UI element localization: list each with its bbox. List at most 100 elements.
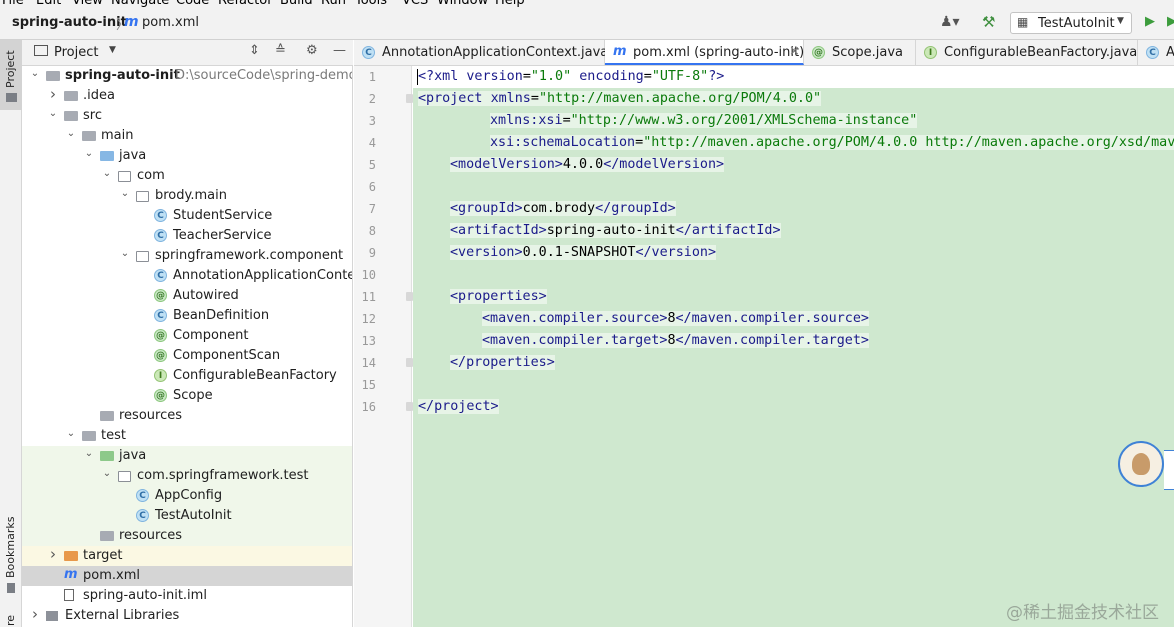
build-hammer-icon[interactable]: ⚒	[982, 13, 995, 31]
code-line-7: <groupId>com.brody</groupId>	[450, 201, 676, 216]
tab-pom-xml[interactable]: m pom.xml (spring-auto-init) ×	[605, 40, 804, 65]
chevron-right-icon[interactable]: ›	[30, 605, 40, 623]
tree-item[interactable]: ⌄ spring-auto-init D:\sourceCode\spring-de…	[22, 66, 352, 86]
fold-marker-icon[interactable]	[406, 292, 413, 301]
tree-item[interactable]: ⌄ java	[22, 146, 352, 166]
menu-build[interactable]: Build	[280, 0, 313, 8]
chevron-right-icon[interactable]: ›	[48, 545, 58, 563]
tree-item[interactable]: ⌄ test	[22, 426, 352, 446]
tab-overflow[interactable]: C A	[1138, 40, 1174, 65]
tree-item[interactable]: ⌄ src	[22, 106, 352, 126]
tree-item[interactable]: ⌄ main	[22, 126, 352, 146]
bookmark-icon	[7, 583, 15, 593]
breadcrumb-project[interactable]: spring-auto-init	[12, 15, 127, 30]
tree-item-label: spring-auto-init	[65, 68, 180, 83]
bookmarks-tool-button[interactable]: Bookmarks	[0, 510, 22, 600]
gear-icon[interactable]: ⚙	[306, 43, 318, 58]
tree-item-label: pom.xml	[83, 568, 140, 583]
chevron-down-icon[interactable]: ⌄	[84, 148, 94, 159]
tree-item[interactable]: spring-auto-init.iml	[22, 586, 352, 606]
tree-item[interactable]: C AppConfig	[22, 486, 352, 506]
tree-item[interactable]: › target	[22, 545, 352, 566]
menu-edit[interactable]: Edit	[36, 0, 61, 8]
menu-vcs[interactable]: VCS	[402, 0, 428, 8]
code-line-16: </project>	[418, 399, 499, 414]
chevron-down-icon[interactable]: ⌄	[48, 108, 58, 119]
icon-glyph	[64, 91, 78, 101]
tab-annotation-application-context[interactable]: C AnnotationApplicationContext.java	[354, 40, 609, 65]
tree-item-label: src	[83, 108, 102, 123]
chevron-down-icon[interactable]: ⌄	[66, 428, 76, 439]
tab-configurable-bean-factory[interactable]: I ConfigurableBeanFactory.java	[916, 40, 1138, 65]
tree-item[interactable]: C BeanDefinition	[22, 306, 352, 326]
tree-item[interactable]: I ConfigurableBeanFactory	[22, 366, 352, 386]
menu-navigate[interactable]: Navigate	[111, 0, 169, 8]
chevron-down-icon[interactable]: ▼	[109, 45, 116, 55]
tree-item[interactable]: C AnnotationApplicationContext	[22, 266, 352, 286]
icon-glyph	[136, 191, 149, 202]
tab-scope[interactable]: @ Scope.java	[804, 40, 916, 65]
tree-item[interactable]: ⌄ springframework.component	[22, 246, 352, 266]
file-icon	[64, 589, 78, 603]
tree-item[interactable]: C TeacherService	[22, 226, 352, 246]
chevron-right-icon[interactable]: ›	[48, 85, 58, 103]
chevron-down-icon[interactable]: ⌄	[84, 448, 94, 459]
annotation-icon: @	[154, 289, 168, 303]
chevron-down-icon[interactable]: ⌄	[120, 248, 130, 259]
class-icon: C	[154, 229, 168, 243]
run-configuration-select[interactable]: ▦ TestAutoInit ▼	[1010, 12, 1132, 34]
menu-code[interactable]: Code	[176, 0, 209, 8]
tab-label: AnnotationApplicationContext.java	[382, 45, 609, 60]
collapse-all-icon[interactable]: ≙	[275, 43, 286, 58]
menu-run[interactable]: Run	[321, 0, 346, 8]
fold-marker-icon[interactable]	[406, 402, 413, 411]
chevron-down-icon[interactable]: ⌄	[102, 168, 112, 179]
tree-item[interactable]: m pom.xml	[22, 566, 352, 586]
tree-item[interactable]: ⌄ brody.main	[22, 186, 352, 206]
menu-tools[interactable]: Tools	[355, 0, 387, 8]
tree-item[interactable]: @ Scope	[22, 386, 352, 406]
menu-file[interactable]: File	[2, 0, 24, 8]
debug-icon[interactable]: ▶	[1167, 14, 1174, 29]
fold-marker-icon[interactable]	[406, 94, 413, 103]
run-icon[interactable]: ▶	[1145, 14, 1155, 29]
expand-all-icon[interactable]: ⇕	[249, 43, 260, 58]
structure-tool-button[interactable]: re	[0, 605, 22, 627]
menu-view[interactable]: View	[72, 0, 103, 8]
class-icon: C	[154, 209, 168, 223]
menu-refactor[interactable]: Refactor	[218, 0, 273, 8]
tree-item[interactable]: @ Autowired	[22, 286, 352, 306]
package-icon	[118, 469, 132, 483]
assistant-panel-edge[interactable]	[1164, 450, 1174, 490]
line-number: 4	[368, 136, 376, 150]
project-tool-button[interactable]: Project	[0, 40, 22, 110]
breadcrumb-file[interactable]: pom.xml	[142, 15, 199, 30]
tree-item[interactable]: resources	[22, 406, 352, 426]
user-account-icon[interactable]: ♟▾	[940, 14, 960, 30]
tree-item-label: AppConfig	[155, 488, 223, 503]
hide-panel-icon[interactable]: —	[333, 43, 346, 58]
close-icon[interactable]: ×	[789, 44, 800, 59]
tree-item[interactable]: resources	[22, 526, 352, 546]
tree-item[interactable]: @ Component	[22, 326, 352, 346]
chevron-down-icon[interactable]: ⌄	[102, 468, 112, 479]
tree-item[interactable]: › External Libraries	[22, 605, 352, 626]
tree-item[interactable]: ⌄ com.springframework.test	[22, 466, 352, 486]
menu-window[interactable]: Window	[437, 0, 488, 8]
code-line-4: xsi:schemaLocation="http://maven.apache.…	[490, 132, 1174, 154]
tree-item[interactable]: › .idea	[22, 85, 352, 106]
tree-item[interactable]: ⌄ com	[22, 166, 352, 186]
tree-item[interactable]: C StudentService	[22, 206, 352, 226]
project-panel-title[interactable]: Project	[54, 45, 98, 60]
chevron-down-icon[interactable]: ⌄	[120, 188, 130, 199]
tree-item[interactable]: ⌄ java	[22, 446, 352, 466]
chevron-down-icon[interactable]: ⌄	[66, 128, 76, 139]
menu-help[interactable]: Help	[495, 0, 525, 8]
fold-marker-icon[interactable]	[406, 358, 413, 367]
chevron-down-icon[interactable]: ⌄	[30, 68, 40, 79]
icon-glyph: C	[154, 309, 167, 322]
tree-item[interactable]: @ ComponentScan	[22, 346, 352, 366]
assistant-avatar[interactable]	[1118, 441, 1164, 487]
code-editor[interactable]: <?xml version="1.0" encoding="UTF-8"?> <…	[413, 66, 1174, 627]
tree-item[interactable]: C TestAutoInit	[22, 506, 352, 526]
